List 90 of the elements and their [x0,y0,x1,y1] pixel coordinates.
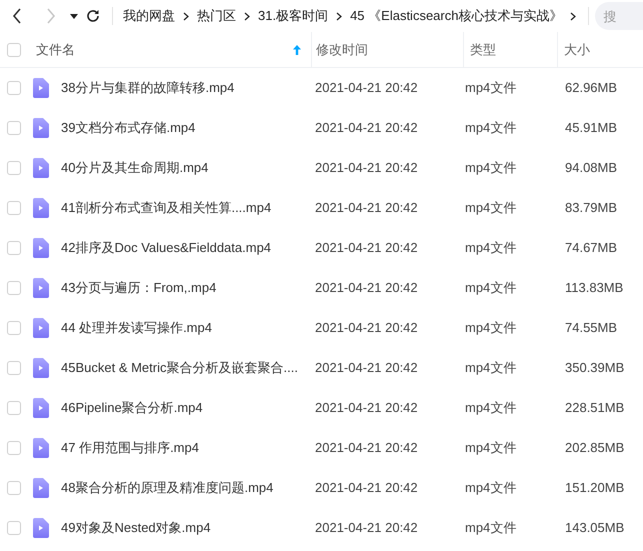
chevron-left-icon [12,8,22,24]
row-checkbox[interactable] [7,401,21,415]
file-type-cell-text: mp4文件 [465,199,518,218]
file-name-link[interactable]: 38分片与集群的故障转移.mp4 [61,78,315,98]
file-size-cell-text: 350.39MB [565,359,624,378]
file-size-cell-text: 74.67MB [565,239,618,258]
video-file-icon [33,238,49,258]
refresh-icon [86,9,100,23]
column-header[interactable]: 修改时间 [316,40,368,60]
file-name-link[interactable]: 48聚合分析的原理及精准度问题.mp4 [61,478,315,498]
modified-time-cell-text: 2021-04-21 20:42 [315,79,419,98]
video-file-icon [33,438,49,458]
modified-time-cell-text: 2021-04-21 20:42 [315,479,419,498]
modified-time-cell-text: 2021-04-21 20:42 [315,119,419,138]
file-name-link[interactable]: 46Pipeline聚合分析.mp4 [61,398,315,418]
file-size-cell-text: 94.08MB [565,159,618,178]
video-file-icon [33,358,49,378]
file-type-cell-text: mp4文件 [465,79,518,98]
row-checkbox[interactable] [7,121,21,135]
row-checkbox[interactable] [7,481,21,495]
video-file-icon [33,158,49,178]
modified-time-cell-text: 2021-04-21 20:42 [315,159,419,178]
row-checkbox[interactable] [7,281,21,295]
file-name-link[interactable]: 40分片及其生命周期.mp4 [61,158,315,178]
breadcrumb-separator-icon [244,12,250,20]
file-size-cell-text: 202.85MB [565,439,624,458]
modified-time-cell-text: 2021-04-21 20:42 [315,239,419,258]
file-name-link[interactable]: 47 作用范围与排序.mp4 [61,438,315,458]
file-size-cell-text: 113.83MB [565,279,624,298]
search-field[interactable]: 搜 [595,2,643,30]
video-file-icon [33,78,49,98]
breadcrumb-separator-icon [336,12,342,20]
file-type-cell-text: mp4文件 [465,439,518,458]
breadcrumb-link[interactable]: 我的网盘 [123,6,175,26]
column-header[interactable]: 类型 [470,40,496,60]
file-name-link[interactable]: 49对象及Nested对象.mp4 [61,518,315,538]
file-size-cell-text: 74.55MB [565,319,618,338]
file-type-cell-text: mp4文件 [465,359,518,378]
modified-time-cell-text: 2021-04-21 20:42 [315,399,419,418]
file-type-cell-text: mp4文件 [465,239,518,258]
caret-icon [70,14,78,18]
breadcrumb-separator-icon [570,12,576,20]
video-file-icon [33,118,49,138]
modified-time-cell-text: 2021-04-21 20:42 [315,359,419,378]
breadcrumb-link[interactable]: 31.极客时间 [258,6,328,26]
row-checkbox[interactable] [7,361,21,375]
file-name-link[interactable]: 44 处理并发读写操作.mp4 [61,318,315,338]
modified-time-cell-text: 2021-04-21 20:42 [315,279,419,298]
file-type-cell-text: mp4文件 [465,119,518,138]
chevron-right-icon [46,8,56,24]
row-checkbox[interactable] [7,521,21,535]
file-size-cell-text: 62.96MB [565,79,618,98]
video-file-icon [33,518,49,538]
modified-time-cell-text: 2021-04-21 20:42 [315,519,419,538]
column-header[interactable]: 文件名 [36,40,75,60]
file-size-cell-text: 143.05MB [565,519,624,538]
file-name-link[interactable]: 43分页与遍历：From,.mp4 [61,278,315,298]
file-name-link[interactable]: 45Bucket & Metric聚合分析及嵌套聚合.... [61,358,315,378]
file-size-cell-text: 45.91MB [565,119,618,138]
breadcrumb-link[interactable]: 热门区 [197,6,236,26]
file-name-link[interactable]: 39文档分布式存储.mp4 [61,118,315,138]
row-checkbox[interactable] [7,161,21,175]
file-type-cell-text: mp4文件 [465,479,518,498]
file-size-cell-text: 228.51MB [565,399,624,418]
breadcrumb-link[interactable]: 45 《Elasticsearch核心技术与实战》 [350,6,562,26]
file-name-link[interactable]: 41剖析分布式查询及相关性算....mp4 [61,198,315,218]
row-checkbox[interactable] [7,441,21,455]
breadcrumb-separator-icon [183,12,189,20]
video-file-icon [33,278,49,298]
video-file-icon [33,198,49,218]
video-file-icon [33,318,49,338]
column-header[interactable]: 大小 [564,40,590,60]
file-type-cell-text: mp4文件 [465,159,518,178]
modified-time-cell-text: 2021-04-21 20:42 [315,319,419,338]
file-type-cell-text: mp4文件 [465,399,518,418]
select-all-checkbox[interactable] [7,42,21,56]
modified-time-cell-text: 2021-04-21 20:42 [315,439,419,458]
file-name-link[interactable]: 42排序及Doc Values&Fielddata.mp4 [61,238,315,258]
modified-time-cell-text: 2021-04-21 20:42 [315,199,419,218]
row-checkbox[interactable] [7,241,21,255]
video-file-icon [33,398,49,418]
file-size-cell-text: 151.20MB [565,479,624,498]
file-type-cell-text: mp4文件 [465,519,518,538]
file-type-cell-text: mp4文件 [465,279,518,298]
row-checkbox[interactable] [7,321,21,335]
row-checkbox[interactable] [7,201,21,215]
video-file-icon [33,478,49,498]
row-checkbox[interactable] [7,81,21,95]
file-size-cell-text: 83.79MB [565,199,618,218]
file-type-cell-text: mp4文件 [465,319,518,338]
